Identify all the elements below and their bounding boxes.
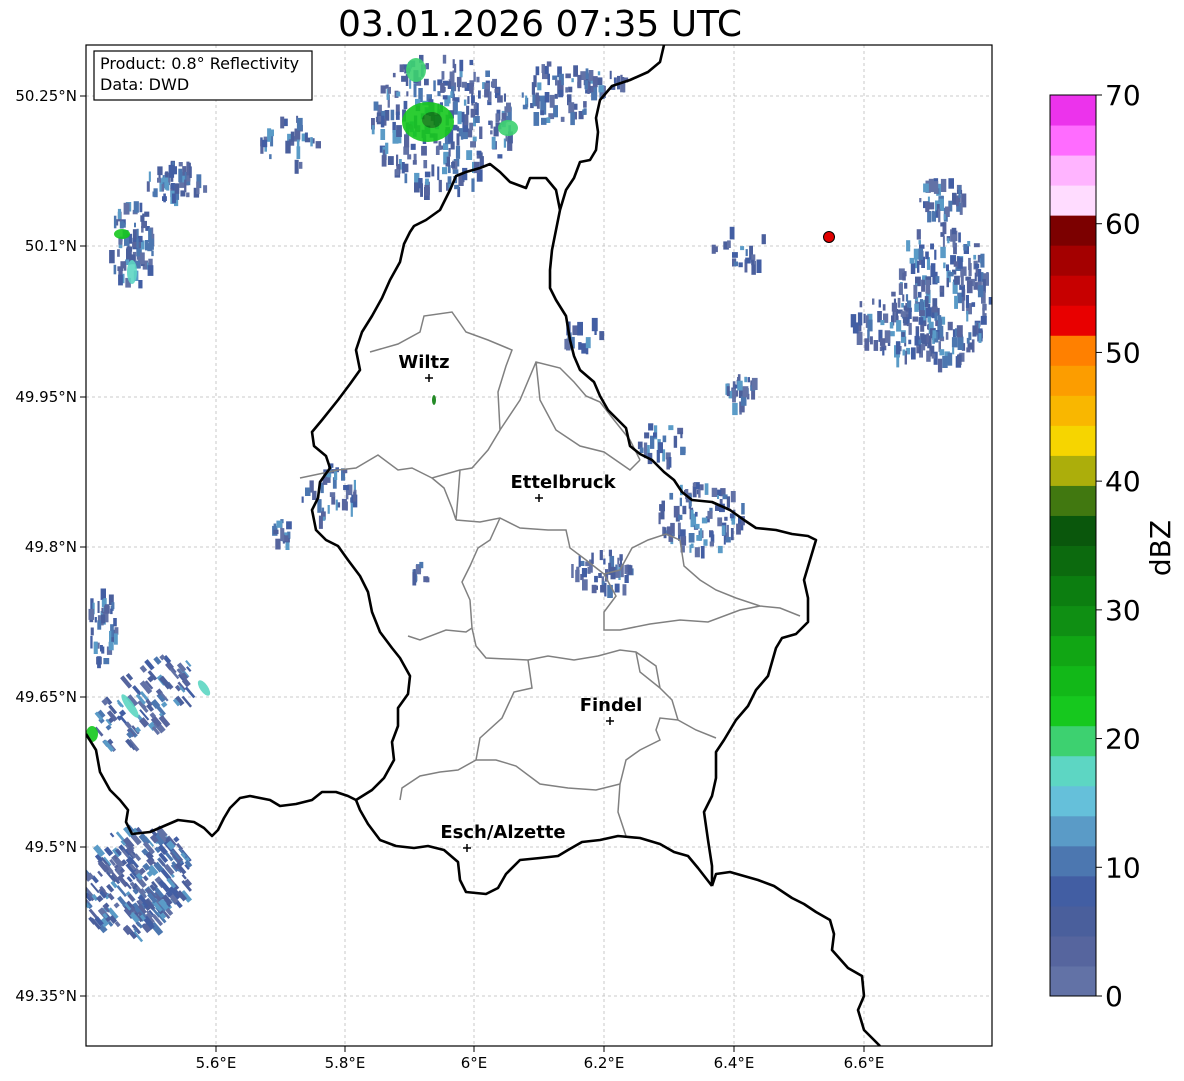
city-label: Wiltz	[398, 352, 449, 373]
colorbar-cell	[1050, 305, 1096, 336]
colorbar-tick-label: 50	[1105, 336, 1141, 369]
city-label: Findel	[580, 695, 643, 716]
lat-tick-label: 49.5°N	[25, 838, 77, 856]
colorbar-cell	[1050, 185, 1096, 216]
colorbar-cell	[1050, 725, 1096, 757]
colorbar-cell	[1050, 155, 1096, 186]
map-area[interactable]	[86, 45, 992, 1046]
colorbar-cell	[1050, 875, 1096, 907]
colorbar-tick-label: 20	[1105, 723, 1141, 756]
colorbar-cell	[1050, 335, 1096, 366]
colorbar-cell	[1050, 275, 1096, 306]
colorbar-cell	[1050, 245, 1096, 276]
colorbar-cell	[1050, 845, 1096, 877]
lon-tick-label: 6.6°E	[844, 1054, 885, 1072]
colorbar: 0 10 20 30 40 50 60 70 dBZ	[1049, 79, 1177, 1013]
lat-tick-label: 50.25°N	[15, 87, 77, 105]
data-source-text: Data: DWD	[100, 75, 189, 94]
colorbar-cell	[1050, 785, 1096, 817]
colorbar-cell	[1050, 215, 1096, 246]
radar-map: 50.25°N 50.1°N 49.95°N 49.8°N 49.65°N 49…	[15, 44, 1177, 1072]
colorbar-cell	[1050, 395, 1096, 426]
info-box: Product: 0.8° Reflectivity Data: DWD	[93, 50, 313, 101]
colorbar-cell	[1050, 575, 1096, 607]
colorbar-cell	[1050, 815, 1096, 847]
latitude-axis: 50.25°N 50.1°N 49.95°N 49.8°N 49.65°N 49…	[15, 87, 86, 1005]
colorbar-tick-label: 40	[1105, 465, 1141, 498]
lon-tick-label: 6.2°E	[584, 1054, 625, 1072]
colorbar-cell	[1050, 485, 1096, 516]
colorbar-cell	[1050, 905, 1096, 937]
lon-tick-label: 5.8°E	[325, 1054, 366, 1072]
product-text: Product: 0.8° Reflectivity	[100, 54, 299, 73]
colorbar-tick-label: 30	[1105, 594, 1141, 627]
colorbar-cell	[1050, 965, 1096, 997]
lat-tick-label: 49.8°N	[25, 538, 77, 556]
colorbar-cell	[1050, 695, 1096, 727]
lat-tick-label: 49.95°N	[15, 388, 77, 406]
colorbar-cell	[1050, 605, 1096, 637]
longitude-axis: 5.6°E 5.8°E 6°E 6.2°E 6.4°E 6.6°E	[196, 1046, 885, 1072]
colorbar-tick-label: 70	[1105, 79, 1141, 112]
colorbar-tick-label: 60	[1105, 208, 1141, 241]
radar-site-marker[interactable]	[823, 231, 835, 243]
colorbar-cell	[1050, 635, 1096, 667]
colorbar-cell	[1050, 665, 1096, 697]
colorbar-cell	[1050, 755, 1096, 787]
lat-tick-label: 49.35°N	[15, 987, 77, 1005]
colorbar-cell	[1050, 935, 1096, 967]
colorbar-cell	[1050, 515, 1096, 546]
colorbar-cell	[1050, 425, 1096, 456]
lat-tick-label: 49.65°N	[15, 688, 77, 706]
colorbar-cell	[1050, 125, 1096, 156]
city-label: Ettelbruck	[510, 472, 616, 493]
colorbar-cell	[1050, 95, 1096, 126]
colorbar-label: dBZ	[1144, 520, 1177, 576]
lat-tick-label: 50.1°N	[25, 237, 77, 255]
city-label: Esch/Alzette	[440, 822, 565, 843]
colorbar-tick-label: 10	[1105, 851, 1141, 884]
colorbar-cell	[1050, 545, 1096, 577]
colorbar-tick-label: 0	[1105, 980, 1123, 1013]
colorbar-cell	[1050, 365, 1096, 396]
lon-tick-label: 6°E	[461, 1054, 488, 1072]
lon-tick-label: 6.4°E	[714, 1054, 755, 1072]
lon-tick-label: 5.6°E	[196, 1054, 237, 1072]
colorbar-cell	[1050, 455, 1096, 486]
